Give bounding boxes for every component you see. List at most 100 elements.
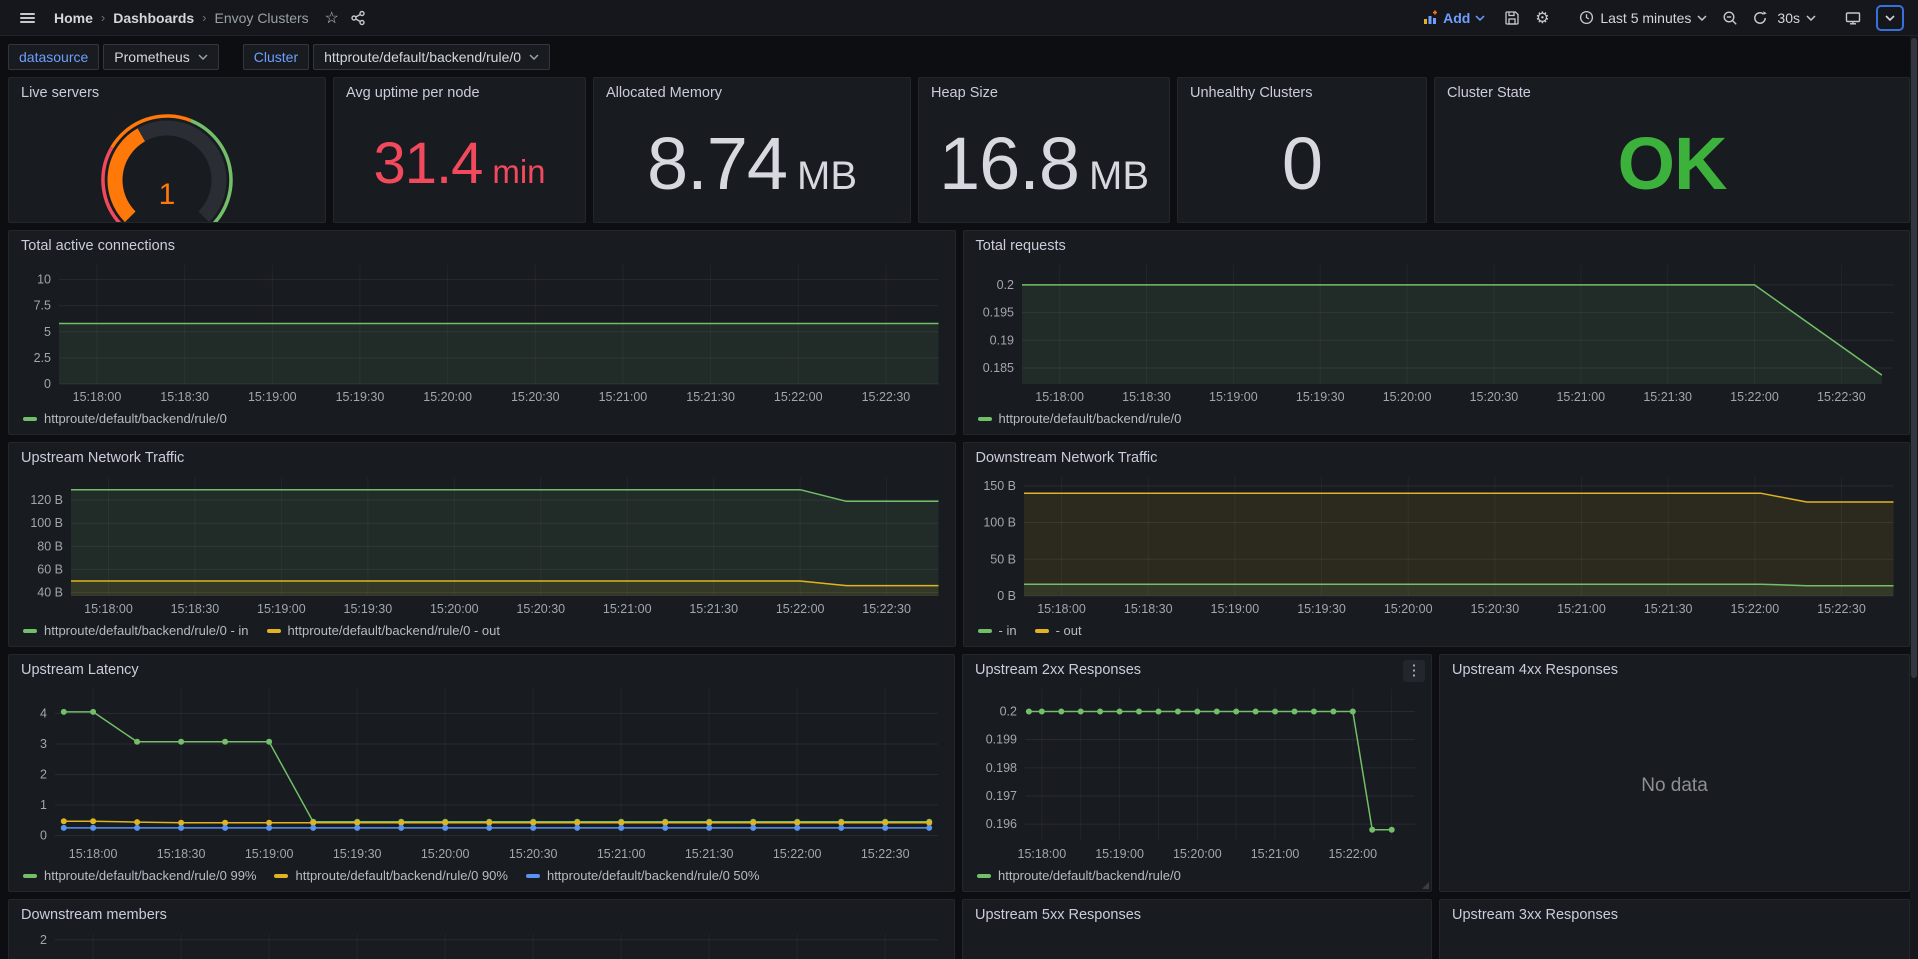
panel-title[interactable]: Upstream 2xx Responses xyxy=(963,655,1431,681)
chevron-down-icon xyxy=(1885,15,1895,21)
datasource-variable-select[interactable]: Prometheus xyxy=(103,44,218,70)
svg-text:15:19:00: 15:19:00 xyxy=(248,390,297,404)
panel-title[interactable]: Downstream Network Traffic xyxy=(964,443,1910,469)
legend-series-color xyxy=(978,629,992,633)
time-range-label: Last 5 minutes xyxy=(1600,10,1691,26)
svg-text:2: 2 xyxy=(40,767,47,781)
svg-text:15:20:30: 15:20:30 xyxy=(1469,390,1518,404)
panel-resize-handle[interactable] xyxy=(1422,882,1429,889)
add-button[interactable]: Add xyxy=(1422,10,1485,26)
legend-item[interactable]: httproute/default/backend/rule/0 99% xyxy=(23,868,256,883)
legend-item[interactable]: httproute/default/backend/rule/0 - in xyxy=(23,623,249,638)
upstream-2xx-responses-chart[interactable]: 15:18:0015:19:0015:20:0015:21:0015:22:00… xyxy=(969,681,1425,865)
row-network-traffic: Upstream Network Traffic 15:18:0015:18:3… xyxy=(8,442,1910,647)
legend-item[interactable]: httproute/default/backend/rule/0 50% xyxy=(526,868,759,883)
panel-title[interactable]: Total requests xyxy=(964,231,1910,257)
svg-text:15:18:30: 15:18:30 xyxy=(157,847,206,861)
panel-title[interactable]: Upstream 3xx Responses xyxy=(1440,900,1909,926)
tv-mode-icon[interactable] xyxy=(1840,5,1866,31)
svg-text:60 B: 60 B xyxy=(37,562,63,576)
upstream-network-traffic-chart[interactable]: 15:18:0015:18:3015:19:0015:19:3015:20:00… xyxy=(15,469,949,620)
legend-item[interactable]: - in xyxy=(978,623,1017,638)
legend-series-color xyxy=(977,874,991,878)
panel-title[interactable]: Cluster State xyxy=(1435,78,1909,104)
svg-text:15:22:00: 15:22:00 xyxy=(776,602,825,616)
svg-text:40 B: 40 B xyxy=(37,586,63,600)
scrollbar-thumb[interactable] xyxy=(1911,38,1917,678)
svg-text:15:19:30: 15:19:30 xyxy=(333,847,382,861)
legend-item[interactable]: httproute/default/backend/rule/0 xyxy=(977,868,1181,883)
svg-text:15:18:30: 15:18:30 xyxy=(1122,390,1171,404)
zoom-out-icon[interactable] xyxy=(1717,5,1743,31)
svg-text:1: 1 xyxy=(40,798,47,812)
downstream-members-chart[interactable]: 2 xyxy=(15,926,948,959)
refresh-interval-picker[interactable]: 30s xyxy=(1777,5,1822,31)
share-icon[interactable] xyxy=(345,5,371,31)
svg-text:15:20:30: 15:20:30 xyxy=(509,847,558,861)
legend-item[interactable]: - out xyxy=(1035,623,1082,638)
panel-total-requests: Total requests 15:18:0015:18:3015:19:001… xyxy=(963,230,1911,435)
svg-text:0.198: 0.198 xyxy=(986,761,1017,775)
upstream-latency-chart[interactable]: 15:18:0015:18:3015:19:0015:19:3015:20:00… xyxy=(15,681,948,865)
svg-text:15:20:30: 15:20:30 xyxy=(1470,602,1519,616)
page-scrollbar[interactable] xyxy=(1910,36,1918,959)
panel-title[interactable]: Upstream Latency xyxy=(9,655,954,681)
svg-text:15:20:00: 15:20:00 xyxy=(421,847,470,861)
collapse-navbar-button[interactable] xyxy=(1876,5,1904,31)
svg-text:0.196: 0.196 xyxy=(986,817,1017,831)
panel-title[interactable]: Live servers xyxy=(9,78,325,104)
svg-text:50 B: 50 B xyxy=(990,552,1016,566)
legend-series-color xyxy=(978,417,992,421)
legend-series-color xyxy=(1035,629,1049,633)
cluster-variable-select[interactable]: httproute/default/backend/rule/0 xyxy=(313,44,550,70)
total-active-connections-chart[interactable]: 15:18:0015:18:3015:19:0015:19:3015:20:00… xyxy=(15,257,949,408)
panel-menu-icon[interactable]: ⋮ xyxy=(1403,660,1425,682)
panel-downstream-members: Downstream members 2 xyxy=(8,899,955,959)
live-servers-gauge: 1 xyxy=(9,104,325,222)
legend: httproute/default/backend/rule/0 xyxy=(963,865,1431,891)
svg-text:15:18:00: 15:18:00 xyxy=(1037,602,1086,616)
panel-title[interactable]: Downstream members xyxy=(9,900,954,926)
panel-title[interactable]: Allocated Memory xyxy=(594,78,910,104)
svg-text:100 B: 100 B xyxy=(30,516,63,530)
svg-text:15:18:00: 15:18:00 xyxy=(73,390,122,404)
panel-title[interactable]: Heap Size xyxy=(919,78,1169,104)
breadcrumb-home[interactable]: Home xyxy=(54,10,93,26)
legend-item[interactable]: httproute/default/backend/rule/0 xyxy=(978,411,1182,426)
svg-text:80 B: 80 B xyxy=(37,539,63,553)
legend-item[interactable]: httproute/default/backend/rule/0 90% xyxy=(274,868,507,883)
save-icon[interactable] xyxy=(1499,5,1525,31)
svg-text:15:22:30: 15:22:30 xyxy=(861,847,910,861)
panel-title[interactable]: Upstream 4xx Responses xyxy=(1440,655,1909,681)
legend-series-label: httproute/default/backend/rule/0 50% xyxy=(547,868,759,883)
panel-title[interactable]: Upstream 5xx Responses xyxy=(963,900,1431,926)
svg-text:15:20:00: 15:20:00 xyxy=(430,602,479,616)
svg-text:15:18:00: 15:18:00 xyxy=(84,602,133,616)
svg-text:15:22:30: 15:22:30 xyxy=(1817,602,1866,616)
panel-title[interactable]: Total active connections xyxy=(9,231,955,257)
panel-title[interactable]: Unhealthy Clusters xyxy=(1178,78,1426,104)
time-range-picker[interactable]: Last 5 minutes xyxy=(1573,5,1713,31)
menu-icon[interactable] xyxy=(14,5,40,31)
refresh-icon[interactable] xyxy=(1747,5,1773,31)
panel-upstream-2xx-responses: Upstream 2xx Responses ⋮ 15:18:0015:19:0… xyxy=(962,654,1432,892)
svg-text:7.5: 7.5 xyxy=(34,299,51,313)
no-data-message: No data xyxy=(1440,681,1909,891)
navbar: Home › Dashboards › Envoy Clusters ☆ Add xyxy=(0,0,1918,36)
svg-text:15:19:00: 15:19:00 xyxy=(1209,390,1258,404)
svg-text:15:19:00: 15:19:00 xyxy=(257,602,306,616)
svg-text:15:19:30: 15:19:30 xyxy=(1297,602,1346,616)
panel-upstream-3xx-responses: Upstream 3xx Responses xyxy=(1439,899,1910,959)
legend-item[interactable]: httproute/default/backend/rule/0 - out xyxy=(267,623,500,638)
panel-title[interactable]: Avg uptime per node xyxy=(334,78,585,104)
legend-item[interactable]: httproute/default/backend/rule/0 xyxy=(23,411,227,426)
total-requests-chart[interactable]: 15:18:0015:18:3015:19:0015:19:3015:20:00… xyxy=(970,257,1904,408)
star-icon[interactable]: ☆ xyxy=(319,5,345,31)
panel-title[interactable]: Upstream Network Traffic xyxy=(9,443,955,469)
downstream-network-traffic-chart[interactable]: 15:18:0015:18:3015:19:0015:19:3015:20:00… xyxy=(970,469,1904,620)
legend-series-label: httproute/default/backend/rule/0 99% xyxy=(44,868,256,883)
gear-icon[interactable]: ⚙ xyxy=(1529,5,1555,31)
breadcrumb-dashboards[interactable]: Dashboards xyxy=(113,10,194,26)
legend-series-label: - in xyxy=(999,623,1017,638)
legend-series-label: httproute/default/backend/rule/0 xyxy=(999,411,1182,426)
